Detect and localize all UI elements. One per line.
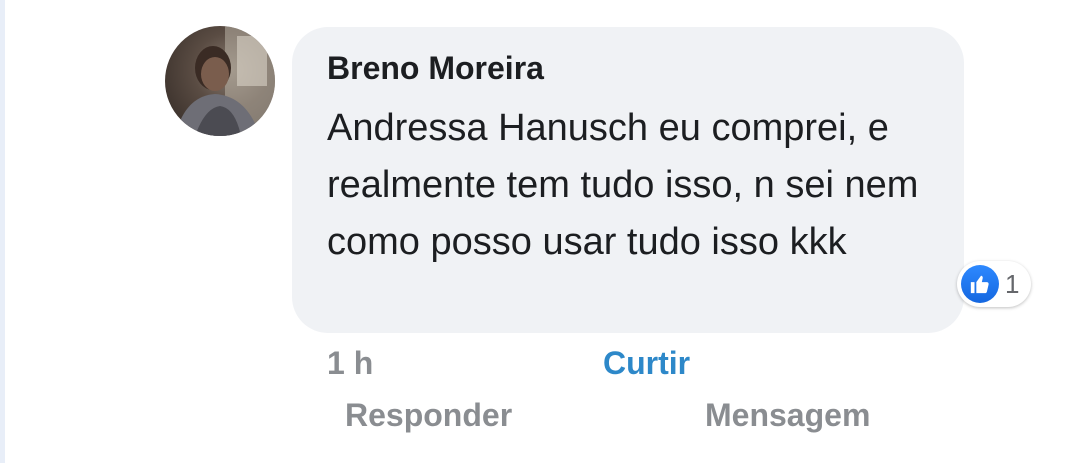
avatar[interactable] [165,26,275,136]
comment-timestamp: 1 h [327,345,374,381]
comment-text: Andressa Hanusch eu comprei, e realmente… [327,107,919,263]
reaction-count: 1 [1005,268,1020,299]
like-button[interactable]: Curtir [603,345,690,382]
reaction-badge[interactable]: 1 [957,261,1032,307]
thumbs-up-icon [961,265,999,303]
left-edge-strip [0,0,5,463]
reply-button[interactable]: Responder [345,397,512,434]
message-button[interactable]: Mensagem [705,397,870,434]
comment-author[interactable]: Breno Moreira [327,50,544,87]
